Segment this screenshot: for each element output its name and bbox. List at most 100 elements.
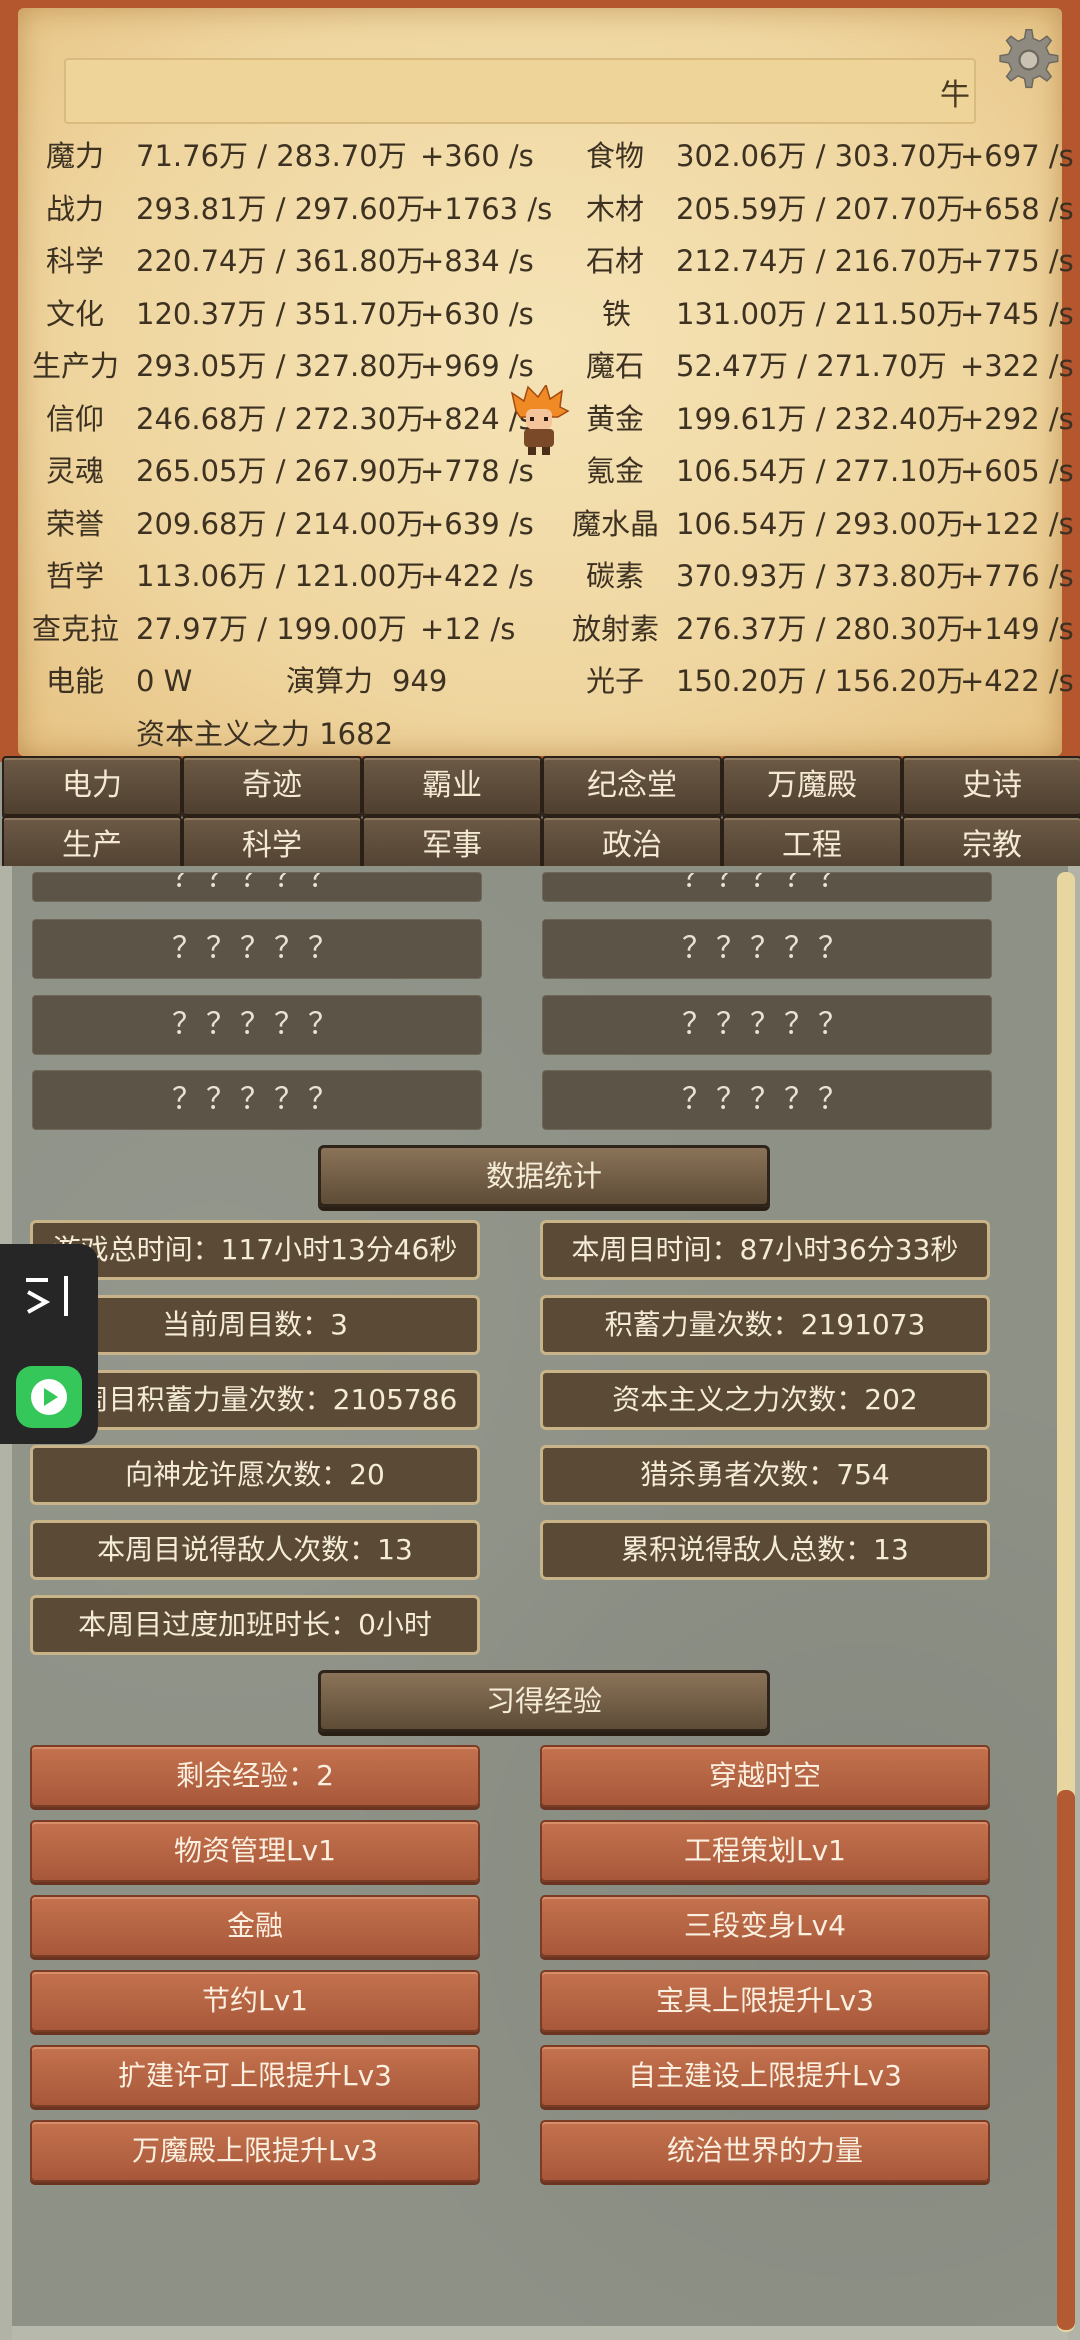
locked-slot: ？？？？？: [32, 1070, 482, 1130]
resource-amount: 120.37万 / 351.70万: [136, 297, 426, 331]
tab-hegemony[interactable]: 霸业: [362, 756, 542, 816]
resource-rate: +834 /s: [420, 244, 534, 278]
resource-row: 食物 302.06万 / 303.70万 +697 /s: [540, 130, 1080, 182]
resource-row: 碳素 370.93万 / 373.80万 +776 /s: [540, 550, 1080, 602]
skill-thrift[interactable]: 节约Lv1: [30, 1970, 480, 2032]
resource-row: 信仰 246.68万 / 272.30万 +824 /s: [0, 393, 540, 445]
resource-rate: +422 /s: [960, 664, 1074, 698]
gear-icon[interactable]: [990, 24, 1062, 96]
resource-name: 文化: [46, 297, 105, 331]
stat-capitalism-count: 资本主义之力次数：202: [540, 1370, 990, 1430]
resource-rate: +360 /s: [420, 139, 534, 173]
resource-rate: +292 /s: [960, 402, 1074, 436]
resource-rate: +658 /s: [960, 192, 1074, 226]
hero-sprite: [510, 385, 570, 455]
skill-material-management[interactable]: 物资管理Lv1: [30, 1820, 480, 1882]
exp-header[interactable]: 习得经验: [318, 1670, 770, 1732]
tab-epic[interactable]: 史诗: [902, 756, 1080, 816]
skill-time-travel[interactable]: 穿越时空: [540, 1745, 990, 1807]
skill-treasure-cap[interactable]: 宝具上限提升Lv3: [540, 1970, 990, 2032]
resource-amount: 27.97万 / 199.00万: [136, 612, 407, 646]
resource-amount: 265.05万 / 267.90万: [136, 454, 426, 488]
power-row: 电能 0 W 演算力 949: [0, 655, 540, 707]
capitalism-row: 资本主义之力 1682: [0, 708, 540, 760]
resource-rate: +1763 /s: [420, 192, 553, 226]
skill-world-domination[interactable]: 统治世界的力量: [540, 2120, 990, 2182]
resource-row: 文化 120.37万 / 351.70万 +630 /s: [0, 288, 540, 340]
resource-row: 战力 293.81万 / 297.60万 +1763 /s: [0, 183, 552, 235]
resource-row: 木材 205.59万 / 207.70万 +658 /s: [540, 183, 1080, 235]
resource-amount: 246.68万 / 272.30万: [136, 402, 426, 436]
resource-amount: 220.74万 / 361.80万: [136, 244, 426, 278]
resource-amount: 293.05万 / 327.80万: [136, 349, 426, 383]
stat-cycle-time: 本周目时间：87小时36分33秒: [540, 1220, 990, 1280]
tab-pandemonium[interactable]: 万魔殿: [722, 756, 902, 816]
stat-total-persuade-count: 累积说得敌人总数：13: [540, 1520, 990, 1580]
resource-row: 魔水晶 106.54万 / 293.00万 +122 /s: [540, 498, 1080, 550]
resource-name: 魔力: [46, 139, 105, 173]
resource-amount: 209.68万 / 214.00万: [136, 507, 426, 541]
resource-name: 氪金: [586, 454, 645, 488]
skill-expansion-permit-cap[interactable]: 扩建许可上限提升Lv3: [30, 2045, 480, 2107]
skill-remaining-exp[interactable]: 剩余经验：2: [30, 1745, 480, 1807]
resource-row: 灵魂 265.05万 / 267.90万 +778 /s: [0, 445, 540, 497]
locked-slot: ？？？？？: [32, 995, 482, 1055]
resource-rate: +776 /s: [960, 559, 1074, 593]
stat-hero-hunt-count: 猎杀勇者次数：754: [540, 1445, 990, 1505]
skill-engineering-planning[interactable]: 工程策划Lv1: [540, 1820, 990, 1882]
resource-rate: +630 /s: [420, 297, 534, 331]
resource-name: 战力: [46, 192, 105, 226]
resource-row: 哲学 113.06万 / 121.00万 +422 /s: [0, 550, 540, 602]
resource-rate: +745 /s: [960, 297, 1074, 331]
resource-name: 食物: [586, 139, 645, 173]
resource-rate: +149 /s: [960, 612, 1074, 646]
resource-row: 黄金 199.61万 / 232.40万 +292 /s: [540, 393, 1080, 445]
power-value: 0 W: [136, 664, 193, 698]
skill-three-stage-transform[interactable]: 三段变身Lv4: [540, 1895, 990, 1957]
message-bar[interactable]: 牛: [64, 58, 976, 124]
message-bar-glyph: 牛: [940, 78, 970, 113]
tab-electric[interactable]: 电力: [2, 756, 182, 816]
resource-rate: +605 /s: [960, 454, 1074, 488]
power-name: 电能: [46, 664, 105, 698]
resource-rate: +639 /s: [420, 507, 534, 541]
resource-name: 铁: [602, 297, 632, 331]
resource-row: 氪金 106.54万 / 277.10万 +605 /s: [540, 445, 1080, 497]
skill-pandemonium-cap[interactable]: 万魔殿上限提升Lv3: [30, 2120, 480, 2182]
resource-amount: 205.59万 / 207.70万: [676, 192, 966, 226]
floating-widget[interactable]: [0, 1244, 98, 1444]
stat-cycle-persuade-count: 本周目说得敌人次数：13: [30, 1520, 480, 1580]
resource-name: 木材: [586, 192, 645, 226]
resource-amount: 150.20万 / 156.20万: [676, 664, 966, 698]
resource-rate: +422 /s: [420, 559, 534, 593]
chat-icon[interactable]: [16, 1366, 82, 1428]
resource-name: 碳素: [586, 559, 645, 593]
resource-name: 哲学: [46, 559, 105, 593]
stat-dragon-wish-count: 向神龙许愿次数：20: [30, 1445, 480, 1505]
compute-name: 演算力: [286, 664, 374, 698]
stats-header[interactable]: 数据统计: [318, 1145, 770, 1207]
resource-amount: 131.00万 / 211.50万: [676, 297, 966, 331]
locked-slot: ？？？？？: [542, 872, 992, 902]
stat-accumulate-count: 积蓄力量次数：2191073: [540, 1295, 990, 1355]
menu-collapse-icon[interactable]: [24, 1274, 74, 1320]
resource-name: 黄金: [586, 402, 645, 436]
stat-overtime: 本周目过度加班时长：0小时: [30, 1595, 480, 1655]
skill-self-build-cap[interactable]: 自主建设上限提升Lv3: [540, 2045, 990, 2107]
resource-name: 石材: [586, 244, 645, 278]
resource-row: 荣誉 209.68万 / 214.00万 +639 /s: [0, 498, 540, 550]
tab-wonders[interactable]: 奇迹: [182, 756, 362, 816]
resource-amount: 199.61万 / 232.40万: [676, 402, 966, 436]
compute-value: 949: [392, 664, 448, 698]
scrollbar-thumb[interactable]: [1057, 1790, 1075, 2330]
locked-slot: ？？？？？: [542, 919, 992, 979]
resource-amount: 212.74万 / 216.70万: [676, 244, 966, 278]
tab-memorial[interactable]: 纪念堂: [542, 756, 722, 816]
resource-amount: 302.06万 / 303.70万: [676, 139, 966, 173]
resource-name: 魔水晶: [572, 507, 660, 541]
resource-amount: 71.76万 / 283.70万: [136, 139, 407, 173]
resource-name: 放射素: [572, 612, 660, 646]
resource-rate: +122 /s: [960, 507, 1074, 541]
resource-amount: 106.54万 / 293.00万: [676, 507, 966, 541]
skill-finance[interactable]: 金融: [30, 1895, 480, 1957]
